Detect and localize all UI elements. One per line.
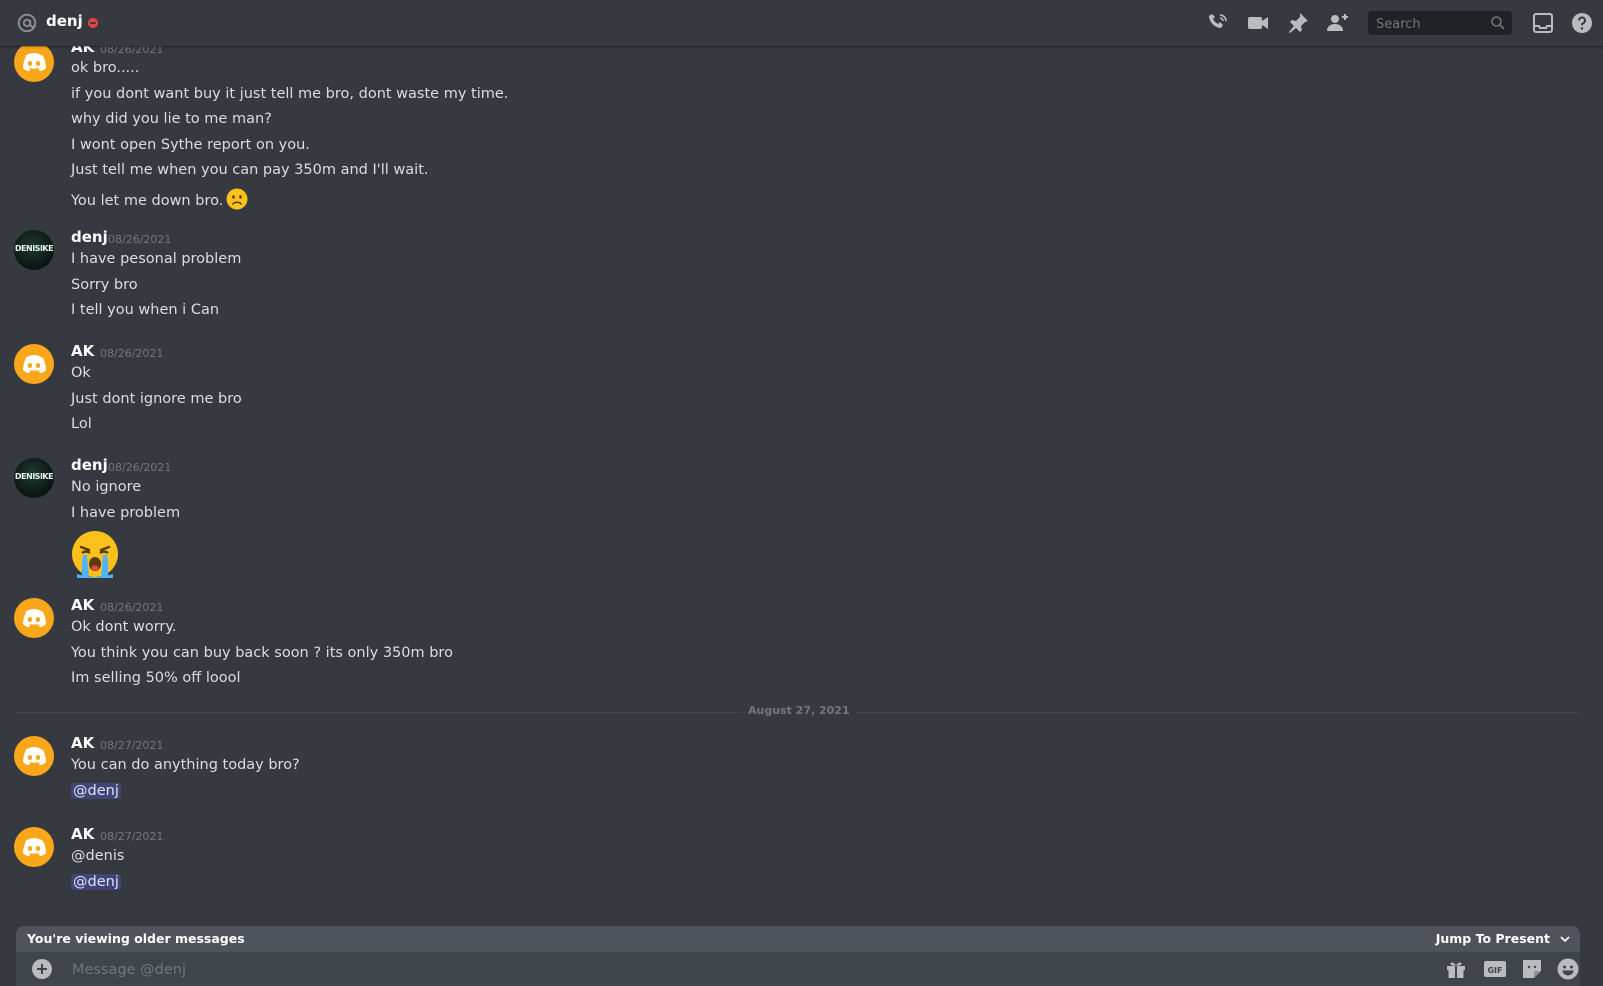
pin-icon[interactable] — [1286, 11, 1310, 35]
avatar[interactable]: DENISIKE — [14, 458, 54, 498]
message-line: Just dont ignore me bro — [71, 391, 242, 407]
search-icon — [1491, 16, 1505, 30]
message-text: You let me down bro. — [71, 193, 224, 209]
username[interactable]: AK — [71, 46, 94, 56]
message-line: I tell you when i Can — [71, 302, 220, 318]
username[interactable]: denj — [71, 456, 108, 474]
message-line: Ok — [71, 365, 91, 381]
timestamp: 08/26/2021 — [108, 233, 172, 246]
timestamp: 08/26/2021 — [108, 461, 172, 474]
avatar[interactable] — [14, 598, 54, 638]
message-line: You can do anything today bro? — [71, 757, 300, 773]
message-line: Ok dont worry. — [71, 619, 177, 635]
avatar[interactable] — [14, 827, 54, 867]
message-line: Lol — [71, 416, 92, 432]
message-line: No ignore — [71, 479, 142, 495]
emoji-icon[interactable] — [1556, 957, 1580, 981]
video-icon[interactable] — [1246, 11, 1270, 35]
discord-logo-icon — [23, 747, 46, 765]
discord-logo-icon — [23, 53, 46, 71]
user-mention[interactable]: @denj — [71, 783, 121, 799]
at-sign-icon — [17, 13, 37, 33]
inbox-icon[interactable] — [1531, 11, 1555, 35]
message-line: Sorry bro — [71, 277, 138, 293]
username[interactable]: AK — [71, 596, 94, 614]
dnd-status-icon — [88, 18, 98, 28]
search-box[interactable] — [1368, 11, 1512, 35]
message-line: I have pesonal problem — [71, 251, 242, 267]
message-line: why did you lie to me man? — [71, 111, 272, 127]
username[interactable]: AK — [71, 825, 94, 843]
avatar-text: DENISIKE — [14, 244, 54, 253]
add-attachment-icon[interactable] — [31, 958, 53, 980]
message-list[interactable]: AK 08/26/2021 ok bro..... if you dont wa… — [0, 46, 1592, 926]
discord-logo-icon — [23, 355, 46, 373]
channel-title: denj — [46, 12, 83, 30]
avatar[interactable]: DENISIKE — [14, 230, 54, 270]
message-line: if you dont want buy it just tell me bro… — [71, 86, 509, 102]
older-messages-notice: You're viewing older messages — [27, 931, 245, 946]
jump-to-present-button[interactable]: Jump To Present — [1436, 931, 1550, 946]
message-input[interactable] — [70, 959, 1374, 981]
timestamp: 08/26/2021 — [100, 46, 164, 56]
message-line: Just tell me when you can pay 350m and I… — [71, 162, 429, 178]
message-line: You let me down bro. — [71, 188, 248, 210]
discord-logo-icon — [23, 609, 46, 627]
username[interactable]: denj — [71, 228, 108, 246]
timestamp: 08/26/2021 — [100, 347, 164, 360]
message-line: I have problem — [71, 505, 181, 521]
search-input[interactable] — [1374, 14, 1488, 34]
user-mention[interactable]: @denj — [71, 874, 121, 890]
message-line: I wont open Sythe report on you. — [71, 137, 310, 153]
call-icon[interactable] — [1206, 11, 1230, 35]
frowning-face-emoji[interactable] — [226, 188, 248, 210]
username[interactable]: AK — [71, 342, 94, 360]
add-friend-icon[interactable] — [1326, 11, 1350, 35]
gift-icon[interactable] — [1444, 957, 1468, 981]
avatar[interactable] — [14, 736, 54, 776]
svg-text:GIF: GIF — [1487, 966, 1502, 975]
older-messages-bar: You're viewing older messages Jump To Pr… — [16, 926, 1580, 952]
message-line: @denj — [71, 783, 121, 799]
message-line: You think you can buy back soon ? its on… — [71, 645, 453, 661]
message-line: Im selling 50% off loool — [71, 670, 241, 686]
loudly-crying-face-emoji[interactable] — [71, 530, 119, 578]
message-composer: GIF — [16, 952, 1580, 986]
help-icon[interactable] — [1570, 11, 1594, 35]
message-line: @denis — [71, 848, 125, 864]
chevron-down-icon[interactable] — [1558, 932, 1572, 946]
timestamp: 08/26/2021 — [100, 601, 164, 614]
avatar-text: DENISIKE — [14, 472, 54, 481]
sticker-icon[interactable] — [1520, 957, 1544, 981]
timestamp: 08/27/2021 — [100, 739, 164, 752]
date-divider-label: August 27, 2021 — [742, 704, 856, 717]
gif-icon[interactable]: GIF — [1483, 957, 1507, 981]
avatar[interactable] — [14, 344, 54, 384]
avatar[interactable] — [14, 46, 54, 82]
timestamp: 08/27/2021 — [100, 830, 164, 843]
message-line: @denj — [71, 874, 121, 890]
username[interactable]: AK — [71, 734, 94, 752]
discord-logo-icon — [23, 838, 46, 856]
channel-header: denj — [0, 0, 1603, 46]
message-line: ok bro..... — [71, 60, 140, 76]
